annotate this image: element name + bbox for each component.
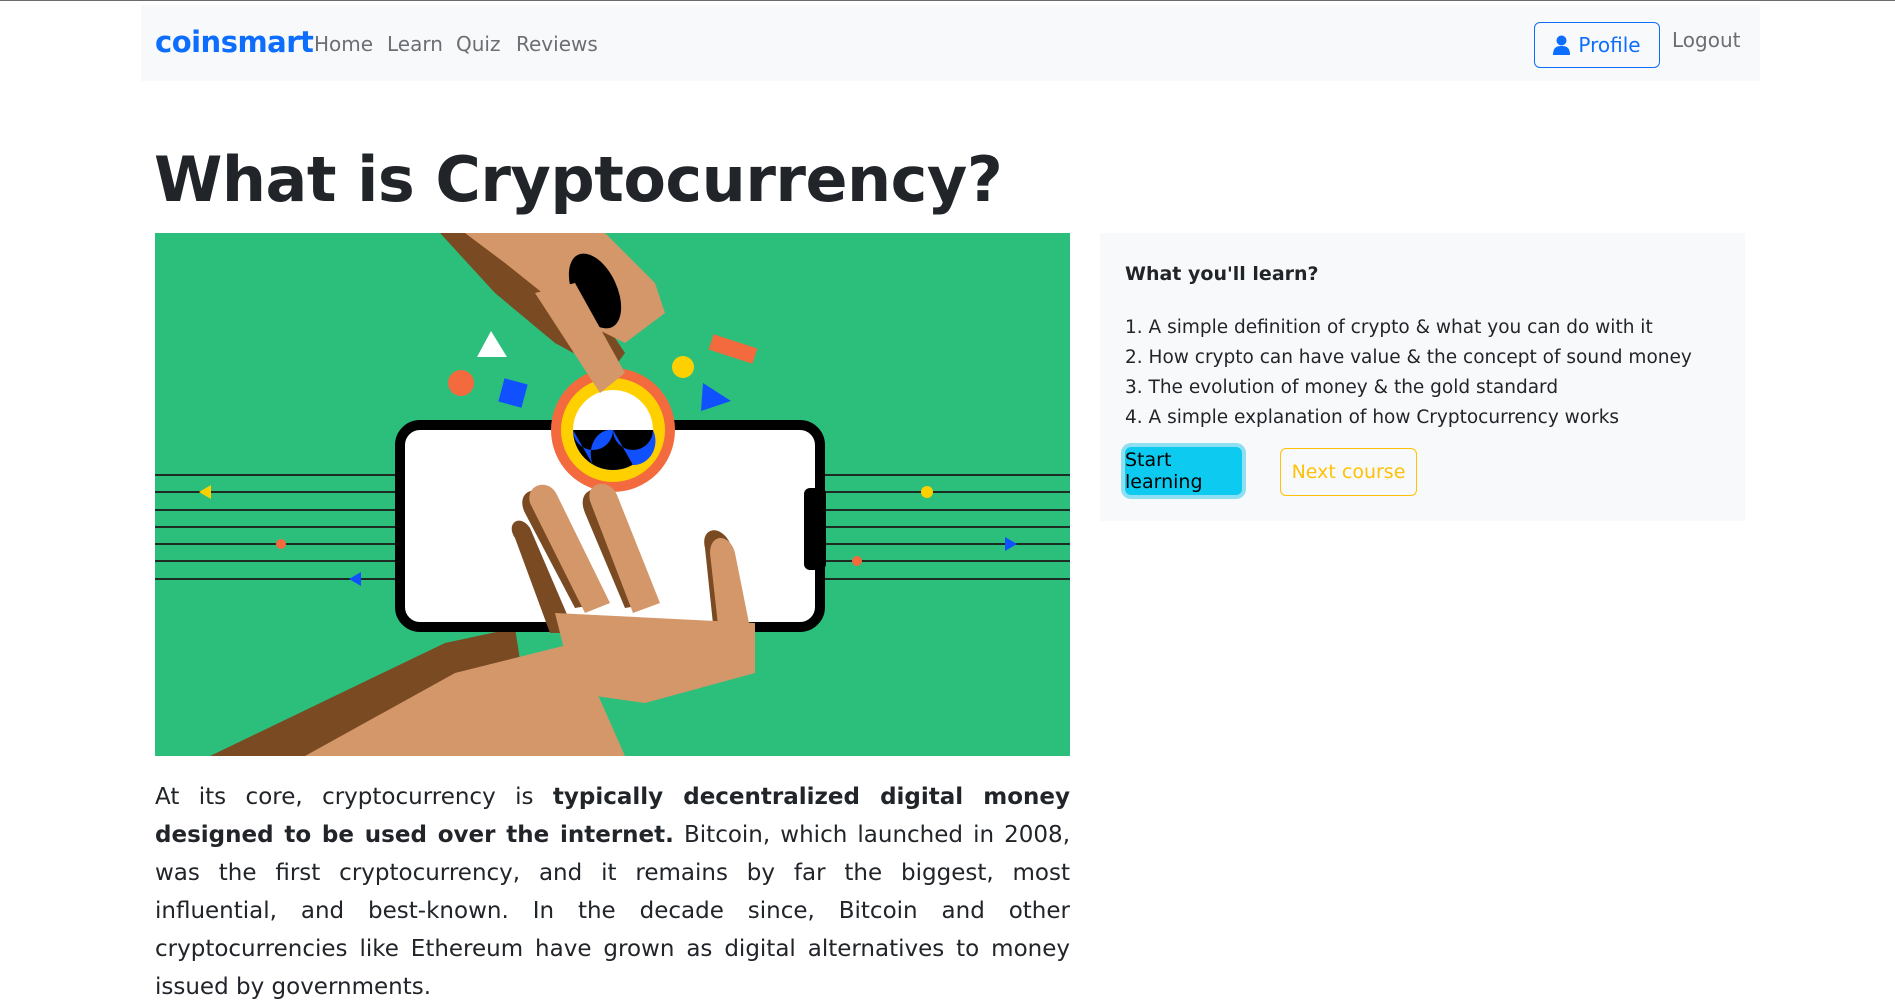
- brand-logo[interactable]: coinsmart: [155, 25, 314, 59]
- profile-label: Profile: [1578, 33, 1641, 57]
- next-course-button[interactable]: Next course: [1280, 448, 1417, 496]
- profile-button[interactable]: Profile: [1534, 22, 1660, 68]
- list-item: 1. A simple definition of crypto & what …: [1125, 317, 1653, 338]
- nav-link-reviews[interactable]: Reviews: [516, 32, 598, 56]
- hero-illustration: [155, 233, 1070, 756]
- navbar: coinsmart Home Learn Quiz Reviews Profil…: [141, 5, 1760, 81]
- page-title: What is Cryptocurrency?: [154, 143, 1003, 216]
- article-rest: Bitcoin, which launched in 2008, was the…: [155, 822, 1071, 1000]
- learn-card: What you'll learn? 1. A simple definitio…: [1100, 233, 1745, 521]
- list-item: 3. The evolution of money & the gold sta…: [1125, 377, 1559, 398]
- nav-link-learn[interactable]: Learn: [387, 32, 443, 56]
- list-item: 2. How crypto can have value & the conce…: [1125, 347, 1692, 368]
- user-icon: [1553, 35, 1571, 55]
- article-intro: At its core, cryptocurrency is: [155, 784, 553, 810]
- logout-link[interactable]: Logout: [1672, 28, 1740, 52]
- learn-list: 1. A simple definition of crypto & what …: [1125, 313, 1692, 433]
- card-title: What you'll learn?: [1125, 263, 1319, 285]
- list-item: 4. A simple explanation of how Cryptocur…: [1125, 407, 1620, 428]
- article-paragraph: At its core, cryptocurrency is typically…: [155, 778, 1070, 1006]
- start-learning-button[interactable]: Start learning: [1125, 447, 1242, 495]
- nav-link-quiz[interactable]: Quiz: [456, 32, 500, 56]
- nav-link-home[interactable]: Home: [314, 32, 373, 56]
